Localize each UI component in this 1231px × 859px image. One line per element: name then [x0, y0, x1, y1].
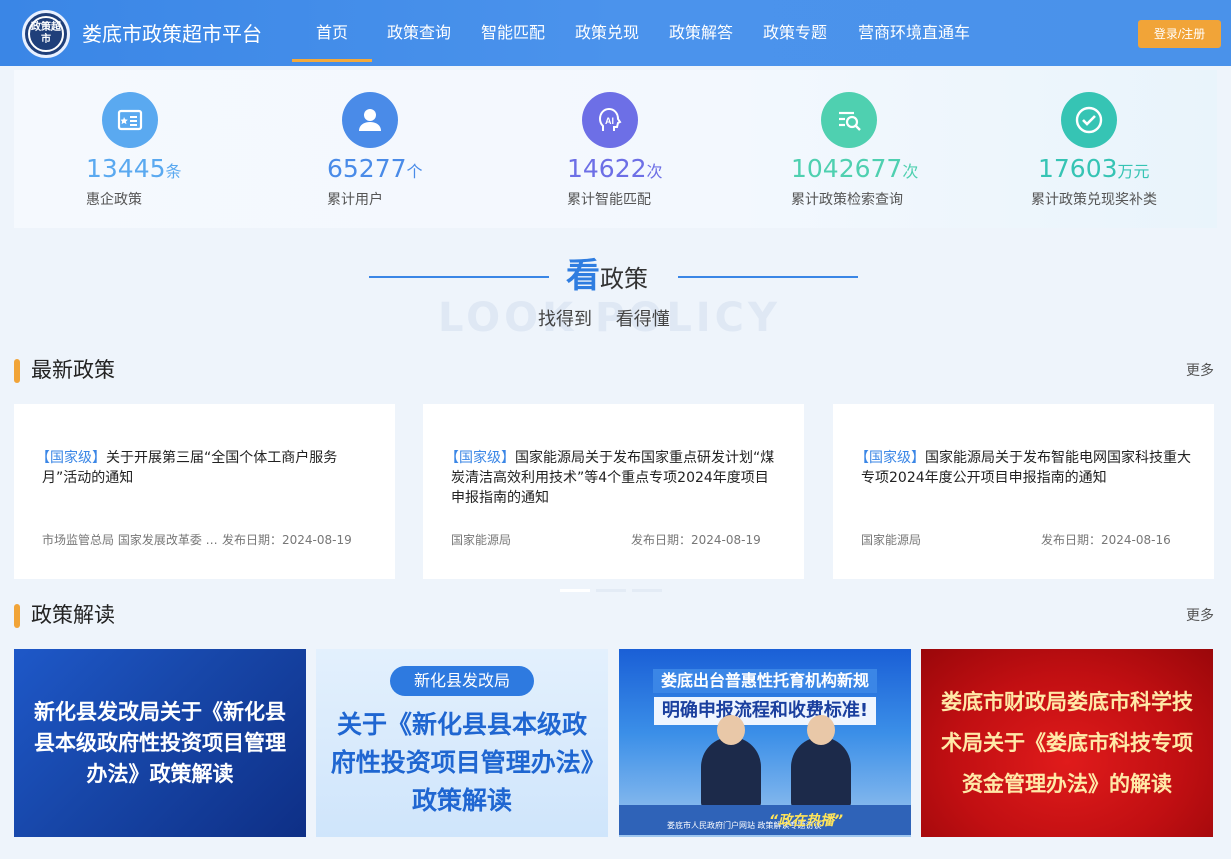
- nav-policy-answer[interactable]: 政策解答: [668, 0, 734, 66]
- policy-card-title[interactable]: 【国家级】关于开展第三届“全国个体工商户服务月”活动的通知: [36, 448, 372, 488]
- policy-card-date: 发布日期：2024-08-19: [222, 533, 352, 547]
- policy-book-icon: [102, 92, 158, 148]
- interpretation-banner[interactable]: 娄底市财政局娄底市科学技术局关于《娄底市科技专项资金管理办法》的解读: [921, 649, 1213, 837]
- top-header: 政策超市 娄底市政策超市平台 首页 政策查询 智能匹配 政策兑现 政策解答 政策…: [0, 0, 1231, 66]
- site-title[interactable]: 娄底市政策超市平台: [82, 20, 262, 48]
- policy-card-source: 国家能源局: [451, 533, 512, 547]
- look-policy-title: 看政策: [566, 256, 648, 296]
- login-register-button[interactable]: 登录/注册: [1138, 20, 1221, 48]
- carousel-dot[interactable]: [632, 589, 662, 592]
- policy-card-source: 国家能源局: [861, 533, 922, 547]
- policy-card-date: 发布日期：2024-08-19: [631, 533, 761, 547]
- interpretation-banner[interactable]: 新化县发改局关于《新化县县本级政府性投资项目管理办法》政策解读: [14, 649, 306, 837]
- banner-badge: 新化县发改局: [389, 666, 534, 696]
- policy-card[interactable]: 【国家级】国家能源局关于发布智能电网国家科技重大专项2024年度公开项目申报指南…: [833, 404, 1214, 579]
- interview-scene: 娄底市人民政府门户网站 政策解读专题访谈 “政在热播”: [619, 715, 911, 835]
- banner-subheadline: 明确申报流程和收费标准!: [653, 697, 877, 725]
- stat-value: 17603万元: [1038, 154, 1150, 183]
- banner-text: 关于《新化县县本级政府性投资项目管理办法》政策解读: [330, 710, 594, 815]
- stat-value: 14622次: [567, 154, 663, 183]
- latest-more-link[interactable]: 更多: [1186, 361, 1214, 381]
- stat-label: 惠企政策: [86, 192, 142, 208]
- section-marker: [14, 359, 20, 383]
- divider-right: [678, 276, 858, 278]
- stat-label: 累计政策检索查询: [791, 192, 903, 208]
- look-policy-subtitle: 找得到 看得懂: [538, 309, 670, 330]
- nav-business-environment[interactable]: 营商环境直通车: [856, 0, 972, 66]
- stat-label: 累计智能匹配: [567, 192, 651, 208]
- banner-headline: 娄底出台普惠性托育机构新规: [652, 669, 877, 693]
- svg-text:AI: AI: [605, 116, 614, 126]
- interpretation-banner[interactable]: 娄底出台普惠性托育机构新规 明确申报流程和收费标准! 娄底市人民政府门户网站 政…: [619, 649, 911, 837]
- policy-card-source: 市场监管总局 国家发展改革委 …: [42, 533, 218, 547]
- nav-policy-fulfill[interactable]: 政策兑现: [574, 0, 640, 66]
- banner-text: 娄底市财政局娄底市科学技术局关于《娄底市科技专项资金管理办法》的解读: [941, 689, 1193, 796]
- logo-text: 政策超市: [28, 16, 64, 52]
- nav-policy-query[interactable]: 政策查询: [386, 0, 452, 66]
- carousel-indicator: [560, 589, 662, 592]
- nav-smart-match[interactable]: 智能匹配: [480, 0, 546, 66]
- carousel-dot[interactable]: [596, 589, 626, 592]
- divider-left: [369, 276, 549, 278]
- interpretation-more-link[interactable]: 更多: [1186, 606, 1214, 626]
- interpretation-title: 政策解读: [31, 603, 115, 627]
- latest-policy-title: 最新政策: [31, 358, 115, 382]
- stat-value: 1042677次: [791, 154, 919, 183]
- policy-card-title[interactable]: 【国家级】国家能源局关于发布智能电网国家科技重大专项2024年度公开项目申报指南…: [855, 448, 1191, 488]
- stat-value: 13445条: [86, 154, 182, 183]
- stat-label: 累计政策兑现奖补类: [1031, 192, 1157, 208]
- main-nav: 首页 政策查询 智能匹配 政策兑现 政策解答 政策专题 营商环境直通车: [292, 0, 972, 66]
- nav-policy-topic[interactable]: 政策专题: [762, 0, 828, 66]
- stat-value: 65277个: [327, 154, 423, 183]
- person-figure: [791, 715, 851, 807]
- search-list-icon: [821, 92, 877, 148]
- site-logo[interactable]: 政策超市: [22, 10, 70, 58]
- policy-card-title[interactable]: 【国家级】国家能源局关于发布国家重点研发计划“煤炭清洁高效利用技术”等4个重点专…: [445, 448, 781, 508]
- policy-card-date: 发布日期：2024-08-16: [1041, 533, 1171, 547]
- user-icon: [342, 92, 398, 148]
- policy-card[interactable]: 【国家级】关于开展第三届“全国个体工商户服务月”活动的通知 市场监管总局 国家发…: [14, 404, 395, 579]
- check-circle-icon: [1061, 92, 1117, 148]
- nav-home[interactable]: 首页: [292, 0, 372, 66]
- banner-text: 新化县发改局关于《新化县县本级政府性投资项目管理办法》政策解读: [34, 699, 286, 786]
- interpretation-banner[interactable]: 新化县发改局 关于《新化县县本级政府性投资项目管理办法》政策解读: [316, 649, 608, 837]
- stat-label: 累计用户: [327, 192, 383, 208]
- ai-head-icon: AI: [582, 92, 638, 148]
- policy-card[interactable]: 【国家级】国家能源局关于发布国家重点研发计划“煤炭清洁高效利用技术”等4个重点专…: [423, 404, 804, 579]
- carousel-dot[interactable]: [560, 589, 590, 592]
- banner-slogan: “政在热播”: [769, 813, 844, 829]
- person-figure: [701, 715, 761, 807]
- section-marker: [14, 604, 20, 628]
- stats-panel: 13445条 惠企政策 65277个 累计用户 AI 14622次 累计智能匹配…: [14, 70, 1217, 228]
